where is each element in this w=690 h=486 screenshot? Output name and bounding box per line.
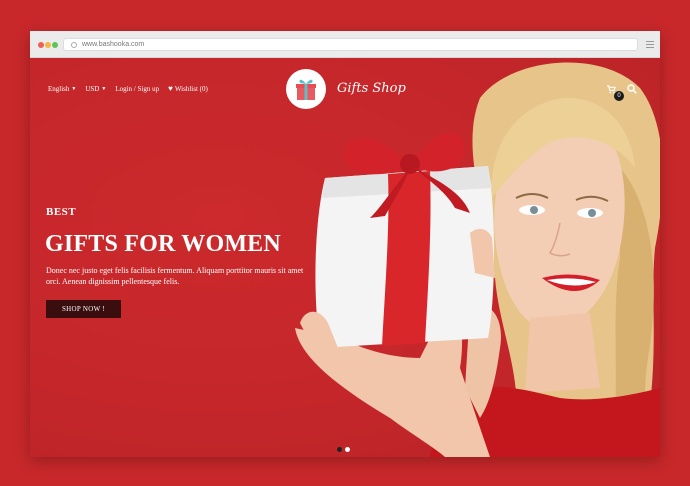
top-navigation: English ▼ USD ▼ Login / Sign up ♥ Wishlist … [48, 84, 217, 94]
slider-dot-2[interactable] [345, 447, 350, 452]
hero-title: GIFTS FOR WOMEN [45, 231, 281, 257]
slider-dot-1[interactable] [337, 447, 342, 452]
close-window-dot[interactable] [38, 42, 44, 48]
wishlist-link[interactable]: ♥ Wishlist (0) [168, 84, 208, 94]
hamburger-menu-icon[interactable] [646, 41, 654, 48]
shop-now-button[interactable]: SHOP NOW ! [46, 300, 121, 318]
url-text: www.bashooka.com [82, 41, 145, 48]
minimize-window-dot[interactable] [45, 42, 51, 48]
page-info-icon [71, 42, 77, 48]
login-signup-link[interactable]: Login / Sign up [115, 85, 159, 93]
browser-window: www.bashooka.com English ▼ USD ▼ Login /… [30, 31, 660, 457]
address-bar[interactable]: www.bashooka.com [63, 38, 638, 51]
browser-toolbar: www.bashooka.com [30, 31, 660, 58]
maximize-window-dot[interactable] [52, 42, 58, 48]
hero-description: Donec nec justo eget felis facilisis fer… [46, 266, 304, 286]
currency-label: USD [85, 85, 100, 93]
slider-pagination [337, 447, 353, 452]
chevron-down-icon: ▼ [101, 86, 107, 92]
brand-name[interactable]: Gifts Shop [337, 81, 406, 96]
chevron-down-icon: ▼ [71, 86, 77, 92]
hero-page: English ▼ USD ▼ Login / Sign up ♥ Wishlist … [30, 58, 660, 457]
brand-logo[interactable] [286, 69, 326, 109]
currency-selector[interactable]: USD ▼ [85, 85, 106, 93]
hero-woman-with-gift-image [295, 62, 660, 457]
hero-subtitle: BEST [46, 206, 77, 218]
language-label: English [48, 85, 70, 93]
language-selector[interactable]: English ▼ [48, 85, 76, 93]
cart-count-badge: 0 [614, 91, 624, 101]
gift-logo-icon [296, 79, 316, 100]
search-icon[interactable] [627, 84, 637, 94]
heart-icon: ♥ [168, 84, 173, 93]
wishlist-label: Wishlist (0) [174, 85, 208, 93]
